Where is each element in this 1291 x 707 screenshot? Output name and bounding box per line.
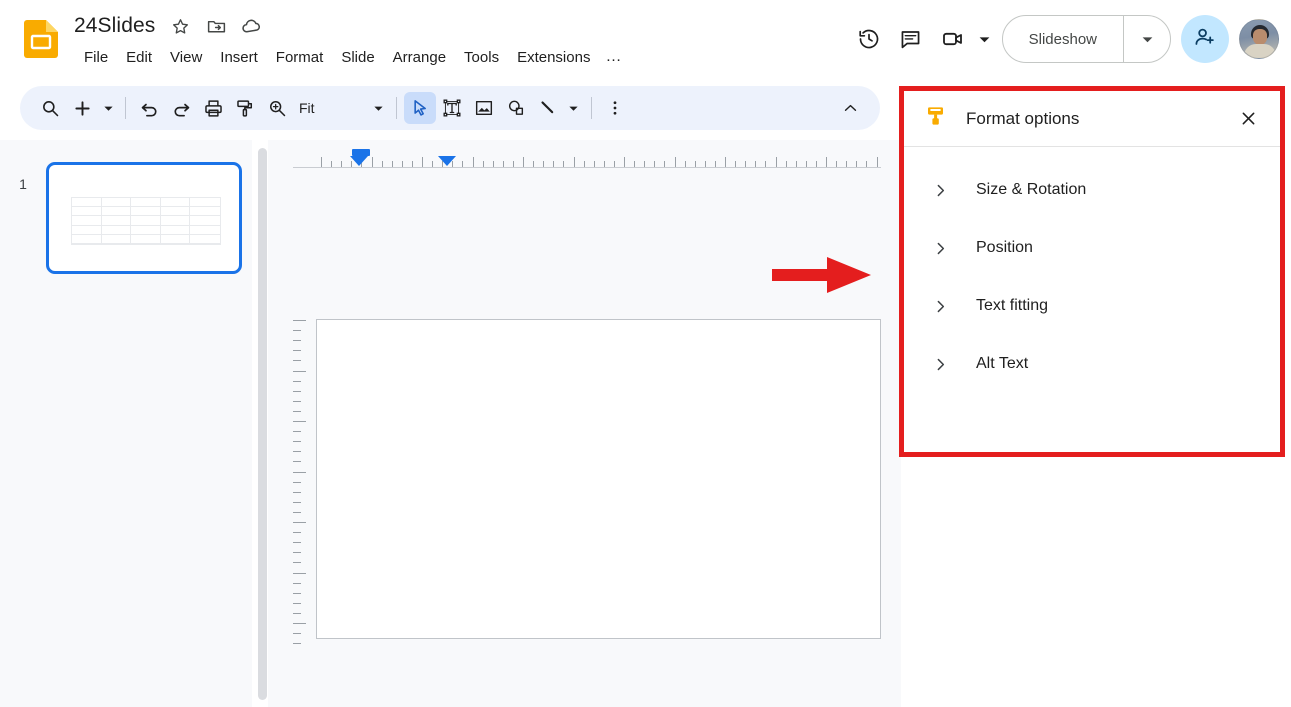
panel-section-label: Position bbox=[976, 239, 1033, 256]
zoom-icon[interactable] bbox=[261, 92, 293, 124]
slideshow-control: Slideshow bbox=[1001, 15, 1171, 63]
person-add-icon bbox=[1193, 25, 1217, 54]
undo-icon[interactable] bbox=[133, 92, 165, 124]
right-indent-marker[interactable] bbox=[438, 156, 456, 166]
zoom-level-label[interactable]: Fit bbox=[293, 100, 321, 116]
menu-item-insert[interactable]: Insert bbox=[211, 47, 267, 68]
thumbnail-table bbox=[71, 197, 221, 245]
panel-section-position[interactable]: Position bbox=[904, 219, 1280, 277]
select-tool-icon[interactable] bbox=[403, 92, 436, 124]
avatar-body bbox=[1244, 44, 1276, 58]
version-history-icon[interactable] bbox=[848, 18, 890, 60]
first-line-indent-marker[interactable] bbox=[350, 156, 368, 166]
print-icon[interactable] bbox=[197, 92, 229, 124]
format-options-panel: Format options Size & Rotation Position bbox=[904, 91, 1280, 452]
menu-item-file[interactable]: File bbox=[75, 47, 117, 68]
panel-section-list: Size & Rotation Position Text fitting Al… bbox=[904, 147, 1280, 393]
slide-number: 1 bbox=[19, 176, 27, 192]
close-icon[interactable] bbox=[1230, 101, 1266, 137]
chevron-right-icon bbox=[932, 298, 949, 315]
panel-section-size-rotation[interactable]: Size & Rotation bbox=[904, 161, 1280, 219]
panel-title: Format options bbox=[966, 108, 1080, 128]
red-arrow-annotation bbox=[772, 255, 872, 295]
google-slides-app: 24Slides File Edit View Insert Format Sl… bbox=[0, 0, 1291, 707]
divider bbox=[590, 97, 592, 119]
app-header: 24Slides File Edit View Insert Format Sl… bbox=[0, 0, 1291, 78]
menu-item-edit[interactable]: Edit bbox=[117, 47, 161, 68]
comment-icon[interactable] bbox=[890, 18, 932, 60]
header-right-controls: Slideshow bbox=[848, 10, 1279, 68]
video-camera-icon[interactable] bbox=[932, 18, 974, 60]
shape-icon[interactable] bbox=[500, 92, 532, 124]
chevron-up-icon[interactable] bbox=[834, 92, 866, 124]
horizontal-ruler[interactable] bbox=[293, 148, 881, 168]
slide-canvas[interactable] bbox=[316, 319, 881, 639]
menu-overflow-button[interactable]: … bbox=[599, 46, 628, 68]
menu-item-arrange[interactable]: Arrange bbox=[384, 47, 455, 68]
document-title-row: 24Slides bbox=[74, 14, 263, 38]
vertical-ruler[interactable] bbox=[293, 320, 311, 650]
cloud-saved-icon[interactable] bbox=[241, 15, 263, 37]
menu-item-view[interactable]: View bbox=[161, 47, 211, 68]
more-options-icon[interactable] bbox=[599, 92, 631, 124]
share-button[interactable] bbox=[1181, 15, 1229, 63]
paint-format-icon[interactable] bbox=[229, 92, 261, 124]
new-slide-caret-icon[interactable] bbox=[98, 93, 118, 123]
list-item: 1 bbox=[0, 162, 252, 274]
chevron-right-icon bbox=[932, 182, 949, 199]
slide-thumbnail-1[interactable] bbox=[46, 162, 242, 274]
panel-section-text-fitting[interactable]: Text fitting bbox=[904, 277, 1280, 335]
move-to-folder-icon[interactable] bbox=[205, 15, 227, 37]
chevron-right-icon bbox=[932, 240, 949, 257]
main-toolbar: Fit bbox=[20, 86, 880, 130]
menu-item-extensions[interactable]: Extensions bbox=[508, 47, 599, 68]
text-box-icon[interactable] bbox=[436, 92, 468, 124]
menu-item-format[interactable]: Format bbox=[267, 47, 333, 68]
chevron-down-icon[interactable] bbox=[974, 19, 996, 59]
panel-section-label: Text fitting bbox=[976, 297, 1049, 314]
search-icon[interactable] bbox=[34, 92, 66, 124]
zoom-caret-icon[interactable] bbox=[369, 93, 389, 123]
new-slide-icon[interactable] bbox=[66, 92, 98, 124]
divider bbox=[125, 97, 126, 119]
star-icon[interactable] bbox=[169, 15, 191, 37]
slideshow-button[interactable]: Slideshow bbox=[1003, 16, 1123, 62]
avatar-face bbox=[1253, 29, 1267, 45]
page-title[interactable]: 24Slides bbox=[74, 14, 155, 38]
slides-logo-icon bbox=[24, 20, 58, 58]
left-indent-marker[interactable] bbox=[352, 149, 370, 156]
menu-item-tools[interactable]: Tools bbox=[455, 47, 508, 68]
panel-section-label: Alt Text bbox=[976, 355, 1029, 372]
panel-header: Format options bbox=[904, 91, 1280, 147]
slideshow-dropdown-chevron-down-icon[interactable] bbox=[1124, 16, 1170, 62]
format-paint-roller-icon bbox=[924, 104, 948, 133]
panel-section-label: Size & Rotation bbox=[976, 181, 1087, 198]
line-caret-icon[interactable] bbox=[564, 93, 584, 123]
avatar[interactable] bbox=[1239, 19, 1279, 59]
panel-section-alt-text[interactable]: Alt Text bbox=[904, 335, 1280, 393]
slide-filmstrip: 1 bbox=[0, 140, 252, 707]
divider bbox=[395, 97, 397, 119]
menu-item-slide[interactable]: Slide bbox=[332, 47, 383, 68]
filmstrip-scrollbar[interactable] bbox=[258, 148, 267, 700]
chevron-right-icon bbox=[932, 356, 949, 373]
redo-icon[interactable] bbox=[165, 92, 197, 124]
menu-bar: File Edit View Insert Format Slide Arran… bbox=[75, 46, 628, 68]
line-icon[interactable] bbox=[532, 92, 564, 124]
insert-image-icon[interactable] bbox=[468, 92, 500, 124]
